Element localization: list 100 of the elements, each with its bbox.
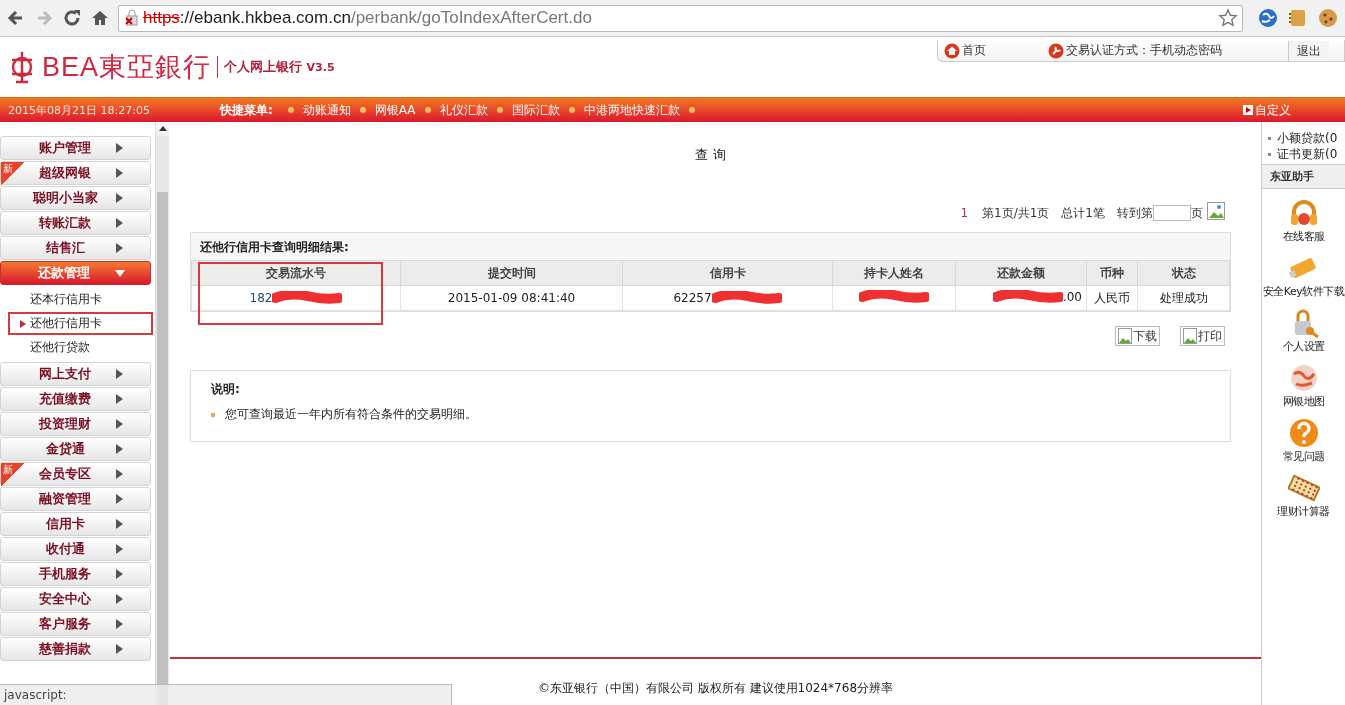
menu-item[interactable]: 充值缴费 [0,387,151,411]
bullet-icon [688,107,695,113]
reload-icon[interactable] [62,8,82,28]
menu-item[interactable]: 新 超级网银 [0,161,151,185]
assistant-tool[interactable]: 安全Key软件下载 [1262,252,1345,299]
column-header: 还款金额 [955,260,1087,286]
broken-image-icon [1118,328,1132,344]
globe-icon[interactable] [1257,7,1279,29]
date-time: 2015年08月21日 18:27:05 [8,102,151,118]
menu-item[interactable]: 信用卡 [0,512,151,536]
caret-right-icon [116,193,123,203]
bank-logo-text: BEA東亞銀行 [42,51,212,84]
table-cell: 62257 [673,291,712,305]
caret-right-icon [116,243,123,253]
assistant-tool[interactable]: 理财计算器 [1277,472,1330,519]
menu-item[interactable]: 安全中心 [0,587,151,611]
top-link[interactable]: 交易认证方式：手机动态密码 [1048,42,1284,59]
notice-link[interactable]: 小额贷款(0 [1277,129,1338,147]
notice-link[interactable]: 证书更新(0 [1277,145,1338,163]
quick-menu-link[interactable]: 网银AA [374,101,416,119]
caret-right-icon [116,168,123,178]
menu-item[interactable]: 手机服务 [0,562,151,586]
logout-button[interactable]: 退出 [1288,40,1329,61]
column-header: 币种 [1086,260,1138,286]
quick-menu-link[interactable]: 国际汇款 [511,101,560,119]
table-cell: 处理成功 [1159,289,1208,307]
table-cell: .00 [1062,289,1082,304]
scroll-up-icon[interactable] [156,122,169,136]
caret-right-icon [116,394,123,404]
total-count: 总计1笔 [1061,204,1105,222]
page-info: 第1页/共1页 [982,204,1050,222]
submenu-item[interactable]: 还他行信用卡 [8,312,153,335]
quick-menu-link[interactable]: 中港两地快速汇款 [583,101,680,119]
menu-item[interactable]: 新 会员专区 [0,462,151,486]
help-icon [1287,417,1320,449]
assistant-tool[interactable]: 常见问题 [1282,417,1325,464]
assistant-tool[interactable]: 在线客服 [1282,197,1325,244]
menu-item[interactable]: 收付通 [0,537,151,561]
menu-item[interactable]: 网上支付 [0,362,151,386]
assistant-tool[interactable]: 网银地图 [1282,362,1325,409]
goto-label: 转到第 [1117,204,1153,222]
wrench-icon [1048,42,1064,59]
note-text: 您可查询最近一年内所有符合条件的交易明细。 [225,406,477,423]
page-title: 查 询 [694,146,727,164]
menu-item[interactable]: 账户管理 [0,136,151,160]
caret-right-icon [116,494,123,504]
broken-image-icon [1183,328,1197,344]
column-header: 状态 [1137,260,1230,286]
quick-menu-link[interactable]: 礼仪汇款 [439,101,488,119]
action-button[interactable]: 下载 [1115,326,1160,346]
bullet-icon [359,107,366,113]
bullet-icon [424,107,431,113]
menu-item[interactable]: 慈善捐款 [0,637,151,661]
caret-right-icon [116,419,123,429]
menu-item[interactable]: 投资理财 [0,412,151,436]
serial-link[interactable]: 182 [249,291,273,305]
cookie-icon[interactable] [1317,7,1339,29]
submenu-item[interactable]: 还他行贷款 [0,336,151,359]
menu-item[interactable]: 还款管理 [0,261,151,285]
menu-item[interactable]: 融资管理 [0,487,151,511]
new-badge: 新 [1,463,25,487]
home-icon[interactable] [90,8,110,28]
menu-item[interactable]: 金贷通 [0,437,151,461]
assistant-tool[interactable]: 个人设置 [1282,307,1325,354]
bullet-icon [1268,136,1271,140]
bullet-icon [568,107,575,113]
play-icon [1243,105,1253,115]
caret-right-icon [116,644,123,654]
caret-right-icon [116,594,123,604]
menu-item[interactable]: 聪明小当家 [0,186,151,210]
new-badge: 新 [1,162,25,186]
caret-right-icon [116,569,123,579]
quick-menu-link[interactable]: 动账通知 [302,101,351,119]
caret-right-icon [116,544,123,554]
bullet-icon [1268,152,1271,156]
submenu-item[interactable]: 还本行信用卡 [0,288,151,311]
bullet-icon [211,412,215,417]
caret-right-icon [116,619,123,629]
address-bar[interactable]: https://ebank.hkbea.com.cn/perbank/goToIndexAfterCert.do [118,4,1243,32]
status-text: javascript: [4,688,67,702]
quick-menu-label: 快捷菜单: [220,101,273,119]
bullet-icon [496,107,503,113]
action-button[interactable]: 打印 [1180,326,1225,346]
caret-right-icon [116,469,123,479]
page-input[interactable] [1153,205,1191,221]
star-icon[interactable] [1218,8,1238,28]
column-header: 提交时间 [400,260,623,286]
url-text: https://ebank.hkbea.com.cn/perbank/goToIndexAfterCert.do [143,8,593,28]
caret-right-icon [116,143,123,153]
page-link[interactable]: 1 [960,206,969,220]
caret-right-icon [116,218,123,228]
broken-image-icon[interactable] [1207,202,1225,220]
menu-item[interactable]: 转账汇款 [0,211,151,235]
customize-link[interactable]: 自定义 [1243,101,1291,119]
menu-item[interactable]: 结售汇 [0,236,151,260]
caret-down-icon [114,269,125,277]
table-cell: 2015-01-09 08:41:40 [447,291,576,305]
note-title: 说明: [211,381,241,398]
menu-item[interactable]: 客户服务 [0,612,151,636]
top-link[interactable]: 首页 [944,42,1044,59]
